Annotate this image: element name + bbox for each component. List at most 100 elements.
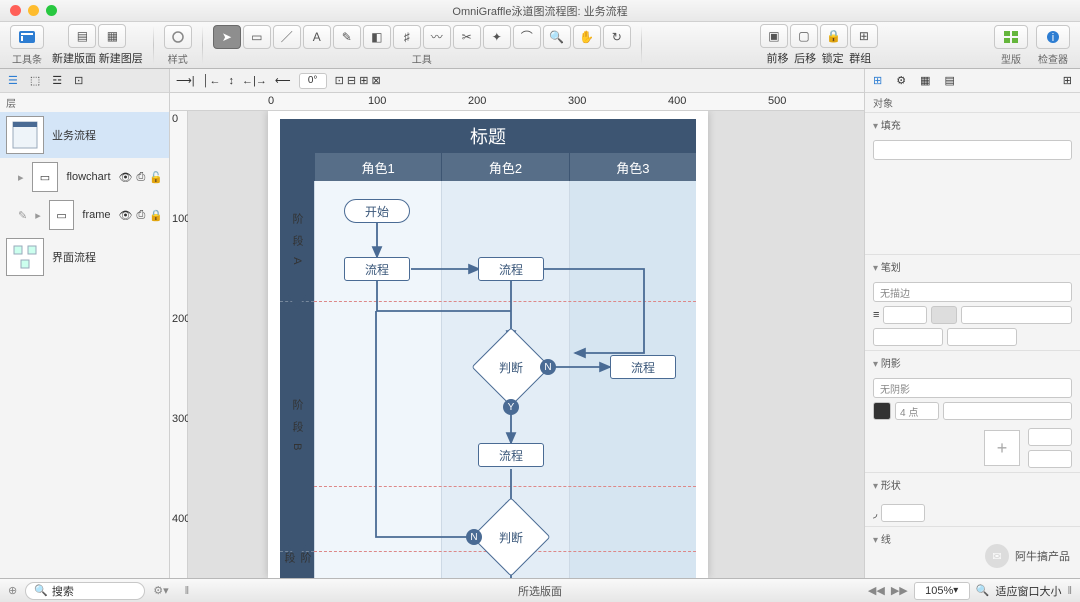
visibility-icon: 👁 [119,171,133,184]
shadow-type-select[interactable]: 无阴影 [873,378,1072,398]
action-tool[interactable]: ↻ [603,25,631,49]
pen-tool[interactable]: ✎ [333,25,361,49]
new-layer-button[interactable]: ▦ [98,24,126,48]
decision-no-badge: N [466,529,482,545]
stage-label[interactable]: 阶 段 A [280,181,314,301]
corner-radius-icon: ◞ [873,507,877,520]
stroke-style-select[interactable] [961,306,1072,324]
sidebar-tabs[interactable]: ☰ ⬚ ☲ ⊡ [0,69,169,93]
eyedropper-tool[interactable]: ✦ [483,25,511,49]
zoom-icon[interactable]: 🔍 [976,584,990,597]
style-button[interactable] [164,25,192,49]
maximize-icon[interactable] [46,5,57,16]
add-icon[interactable]: ⊕ [8,584,17,597]
decision-node[interactable]: 判断 [483,509,539,565]
stroke-type-select[interactable]: 无描边 [873,282,1072,302]
title-bar: OmniGraffle泳道图流程图: 业务流程 [0,0,1080,22]
cap-style[interactable] [947,328,1017,346]
fill-section[interactable]: 填充 [865,112,1080,136]
list-tab-icon: ☲ [52,74,62,87]
layer-item-frame[interactable]: ✎▸ ▭ frame 👁⎙🔒 [0,196,169,234]
shadow-offset-pad[interactable]: + [984,430,1020,466]
scroll-h-icon[interactable]: ‖ [185,585,190,597]
select-tool[interactable]: ➤ [213,25,241,49]
search-input[interactable]: 🔍搜索 [25,582,145,600]
canvas-tab-icon: ▦ [920,74,930,87]
hand-tool[interactable]: ✋ [573,25,601,49]
nav-next-icon[interactable]: ▶▶ [891,584,908,597]
shadow-x-input[interactable] [1028,428,1072,446]
inspector-button[interactable]: i [1036,25,1070,49]
lock-button[interactable]: 🔒 [820,24,848,48]
role-header[interactable]: 角色1 [314,153,441,181]
canvas-thumb [6,238,44,276]
stroke-section[interactable]: 笔划 [865,254,1080,278]
bring-forward-button[interactable]: ▣ [760,24,788,48]
stencil-button[interactable] [994,25,1028,49]
close-icon[interactable] [10,5,21,16]
lane[interactable] [314,181,441,578]
decision-node[interactable]: 判断 [483,339,539,395]
process-node[interactable]: 流程 [478,443,544,467]
horizontal-ruler: 0 100 200 300 400 500 [170,93,864,111]
document-tab-icon: ▤ [945,74,955,87]
object-tab-icon: ⊞ [873,74,882,87]
start-node[interactable]: 开始 [344,199,410,223]
shape-tool[interactable]: ▭ [243,25,271,49]
print-icon: ⎙ [136,171,145,184]
layer-thumb: ▭ [49,200,75,230]
magnet-tool[interactable]: ⌒ [513,25,541,49]
line-tool[interactable]: ／ [273,25,301,49]
minimize-icon[interactable] [28,5,39,16]
corner-style[interactable] [873,328,943,346]
canvas[interactable]: 标题 角色1 角色2 角色3 阶 段 A 阶 段 B 阶 段 [188,111,864,578]
stroke-weight-input[interactable] [883,306,927,324]
layer-item-flowchart[interactable]: ▸ ▭ flowchart 👁⎙🔓 [0,158,169,196]
process-node[interactable]: 流程 [610,355,676,379]
shadow-color-swatch[interactable] [873,402,891,420]
process-node[interactable]: 流程 [344,257,410,281]
zoom-tool[interactable]: 🔍 [543,25,571,49]
shadow-slider[interactable] [943,402,1072,420]
page: 标题 角色1 角色2 角色3 阶 段 A 阶 段 B 阶 段 [268,111,708,578]
print-icon: ⎙ [136,209,145,222]
rotation-input[interactable] [299,73,327,89]
settings-icon[interactable]: ⚙▾ [153,584,168,597]
process-node[interactable]: 流程 [478,257,544,281]
window-controls[interactable] [10,5,57,16]
search-icon: 🔍 [34,584,48,597]
nav-prev-icon[interactable]: ◀◀ [868,584,885,597]
layer-item-uiflow[interactable]: 界面流程 [0,234,169,280]
role-header[interactable]: 角色3 [569,153,696,181]
brush-tool[interactable]: 〰 [423,25,451,49]
shadow-y-input[interactable] [1028,450,1072,468]
stamp-tool[interactable]: ✂ [453,25,481,49]
shadow-section[interactable]: 阴影 [865,350,1080,374]
layer-item-business[interactable]: 业务流程 [0,112,169,158]
lane[interactable] [569,181,696,578]
inspector-tabs[interactable]: ⊞ ⚙ ▦ ▤ ⊞ [865,69,1080,93]
decision-yes-badge: Y [503,399,519,415]
visibility-icon: 👁 [119,209,133,222]
canvas-thumb [6,116,44,154]
zoom-select[interactable]: 105% ▾ [914,582,970,600]
grid-tool[interactable]: ♯ [393,25,421,49]
swimlane-diagram[interactable]: 标题 角色1 角色2 角色3 阶 段 A 阶 段 B 阶 段 [280,119,696,578]
diagram-tool[interactable]: ◧ [363,25,391,49]
format-bar[interactable]: ⟶|│←↕←|→⟵ ⊡ ⊟ ⊞ ⊠ [170,69,864,93]
diagram-title[interactable]: 标题 [280,119,696,153]
send-backward-button[interactable]: ▢ [790,24,818,48]
group-button[interactable]: ⊞ [850,24,878,48]
stroke-weight-icon: ≡ [873,309,879,321]
stage-label[interactable]: 阶 段 B [280,301,314,551]
corner-radius-input[interactable] [881,504,925,522]
shape-section[interactable]: 形状 [865,472,1080,496]
text-tool[interactable]: A [303,25,331,49]
fill-field[interactable] [873,140,1072,160]
scroll-v-icon[interactable]: ‖ [1067,585,1072,597]
toolbar-toggle-button[interactable] [10,25,44,49]
new-canvas-button[interactable]: ▤ [68,24,96,48]
stroke-color-swatch[interactable] [931,306,957,324]
role-header[interactable]: 角色2 [441,153,568,181]
shadow-blur-input[interactable]: 4 点 [895,402,939,420]
